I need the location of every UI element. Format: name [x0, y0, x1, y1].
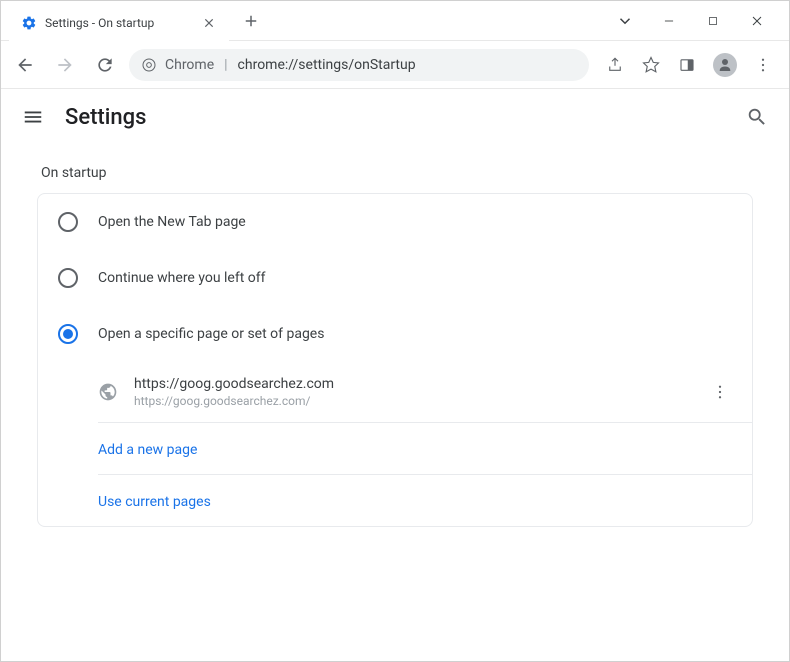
page-url: https://goog.goodsearchez.com/	[134, 394, 692, 408]
share-icon[interactable]	[605, 55, 625, 75]
address-separator: |	[224, 57, 227, 73]
side-panel-icon[interactable]	[677, 55, 697, 75]
globe-icon	[98, 382, 118, 402]
on-startup-section: On startup Open the New Tab page Continu…	[1, 145, 789, 527]
chrome-icon	[141, 57, 157, 73]
close-button[interactable]	[745, 9, 769, 33]
options-card: Open the New Tab page Continue where you…	[37, 193, 753, 527]
page-more-icon[interactable]	[708, 380, 732, 404]
kebab-menu-icon[interactable]	[753, 55, 773, 75]
option-specific-pages[interactable]: Open a specific page or set of pages	[38, 306, 752, 362]
page-entry: https://goog.goodsearchez.com https://go…	[98, 362, 752, 423]
search-icon[interactable]	[745, 105, 769, 129]
page-name: https://goog.goodsearchez.com	[134, 376, 692, 392]
hamburger-menu-icon[interactable]	[21, 105, 45, 129]
new-tab-button[interactable]	[237, 7, 265, 35]
forward-button[interactable]	[49, 49, 81, 81]
section-title: On startup	[25, 145, 765, 193]
option-label: Open a specific page or set of pages	[98, 326, 324, 342]
radio-icon	[58, 268, 78, 288]
add-page-row[interactable]: Add a new page	[98, 423, 752, 475]
address-label: Chrome	[165, 57, 214, 73]
option-label: Open the New Tab page	[98, 214, 246, 230]
content-area: Settings On startup Open the New Tab pag…	[1, 89, 789, 661]
toolbar: Chrome | chrome://settings/onStartup	[1, 41, 789, 89]
radio-icon-selected	[58, 324, 78, 344]
option-label: Continue where you left off	[98, 270, 266, 286]
option-new-tab[interactable]: Open the New Tab page	[38, 194, 752, 250]
page-title: Settings	[65, 105, 146, 130]
pages-list: https://goog.goodsearchez.com https://go…	[38, 362, 752, 526]
address-bar[interactable]: Chrome | chrome://settings/onStartup	[129, 49, 589, 81]
tab-close-icon[interactable]	[201, 15, 217, 31]
tab-title: Settings - On startup	[45, 16, 193, 30]
use-current-row[interactable]: Use current pages	[98, 475, 752, 526]
titlebar: Settings - On startup	[1, 1, 789, 41]
option-continue[interactable]: Continue where you left off	[38, 250, 752, 306]
add-page-link[interactable]: Add a new page	[98, 442, 197, 458]
bookmark-star-icon[interactable]	[641, 55, 661, 75]
back-button[interactable]	[9, 49, 41, 81]
chevron-down-icon[interactable]	[613, 9, 637, 33]
radio-icon	[58, 212, 78, 232]
address-url: chrome://settings/onStartup	[238, 57, 416, 73]
settings-gear-icon	[21, 15, 37, 31]
use-current-link[interactable]: Use current pages	[98, 494, 211, 510]
settings-header: Settings	[1, 89, 789, 145]
minimize-button[interactable]	[657, 9, 681, 33]
maximize-button[interactable]	[701, 9, 725, 33]
browser-tab[interactable]: Settings - On startup	[9, 5, 229, 41]
reload-button[interactable]	[89, 49, 121, 81]
profile-avatar[interactable]	[713, 53, 737, 77]
